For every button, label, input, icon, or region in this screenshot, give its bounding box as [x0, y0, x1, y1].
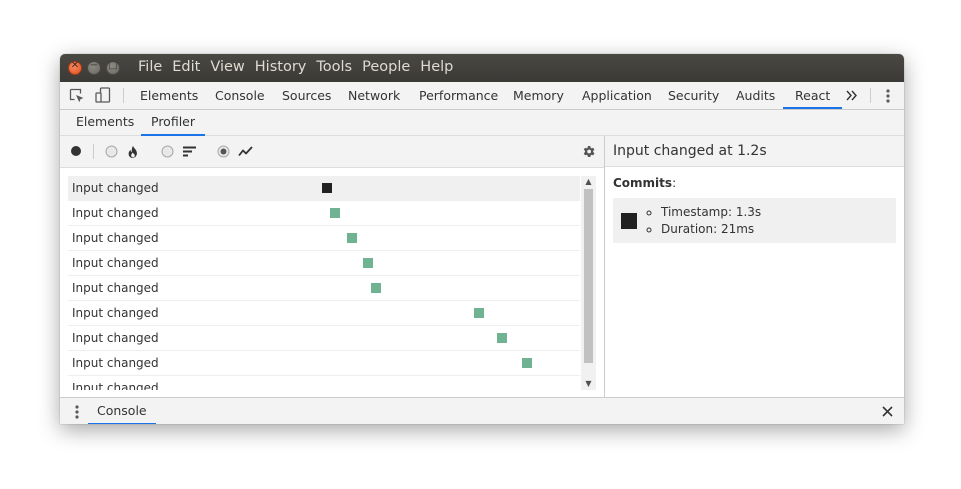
- commit-marker[interactable]: [497, 333, 508, 343]
- subtab-profiler[interactable]: Profiler: [140, 110, 206, 136]
- panel-divider[interactable]: [604, 136, 605, 397]
- react-subtabs: Elements Profiler: [60, 110, 904, 136]
- close-icon: ✕: [70, 60, 80, 71]
- interaction-row[interactable]: Input changed: [68, 276, 580, 301]
- interaction-label: Input changed: [72, 356, 159, 370]
- scrollbar-thumb[interactable]: [584, 189, 593, 363]
- interaction-row[interactable]: Input changed: [68, 201, 580, 226]
- window-titlebar: ✕ − □ File Edit View History Tools Peopl…: [60, 54, 904, 82]
- tab-audits[interactable]: Audits: [736, 82, 775, 109]
- scroll-down-arrow-icon[interactable]: ▼: [584, 379, 593, 388]
- ranked-chart-radio-icon[interactable]: [161, 145, 174, 158]
- commit-swatch: [621, 213, 637, 229]
- tab-application[interactable]: Application: [582, 82, 652, 109]
- devtools-tabbar: Elements Console Sources Network Perform…: [60, 82, 904, 110]
- interaction-label: Input changed: [72, 256, 159, 270]
- menu-file[interactable]: File: [138, 59, 162, 75]
- settings-gear-icon[interactable]: [581, 144, 596, 159]
- tab-memory[interactable]: Memory: [513, 82, 564, 109]
- menubar: File Edit View History Tools People Help: [138, 59, 463, 75]
- menu-edit[interactable]: Edit: [172, 59, 200, 75]
- interaction-row[interactable]: Input changed: [68, 251, 580, 276]
- interaction-row[interactable]: Input changed: [68, 326, 580, 351]
- tab-react[interactable]: React: [782, 82, 843, 109]
- record-icon[interactable]: [70, 145, 82, 157]
- drawer-tab-console[interactable]: Console: [88, 398, 156, 424]
- commit-marker[interactable]: [474, 308, 485, 318]
- interactions-radio-icon[interactable]: [217, 145, 230, 158]
- interaction-label: Input changed: [72, 206, 159, 220]
- interaction-row[interactable]: Input changed: [68, 176, 580, 201]
- interaction-label: Input changed: [72, 231, 159, 245]
- interaction-row[interactable]: Input changed: [68, 376, 580, 390]
- commit-marker[interactable]: [322, 183, 332, 193]
- profiler-toolbar: [60, 136, 604, 168]
- inspect-element-icon[interactable]: [69, 88, 85, 104]
- tab-security[interactable]: Security: [668, 82, 719, 109]
- scroll-up-arrow-icon[interactable]: ▲: [584, 177, 593, 186]
- minimize-icon: −: [89, 60, 99, 71]
- ranked-chart-icon[interactable]: [183, 146, 196, 157]
- interactions-chart-icon[interactable]: [238, 146, 253, 157]
- commit-marker[interactable]: [521, 358, 532, 368]
- interaction-label: Input changed: [72, 381, 159, 390]
- device-toolbar-icon[interactable]: [95, 87, 111, 104]
- menu-help[interactable]: Help: [420, 59, 453, 75]
- commit-marker[interactable]: [330, 208, 341, 218]
- commits-colon: :: [672, 176, 677, 190]
- interaction-label: Input changed: [72, 331, 159, 345]
- toolbar-separator: [123, 88, 124, 103]
- interactions-scrollbar[interactable]: ▲ ▼: [581, 176, 596, 390]
- commit-marker[interactable]: [371, 283, 382, 293]
- close-drawer-icon[interactable]: [882, 406, 893, 417]
- commits-heading: Commits:: [613, 176, 676, 190]
- window-close-button[interactable]: ✕: [68, 60, 82, 75]
- toolbar-separator: [870, 88, 871, 103]
- interaction-row[interactable]: Input changed: [68, 351, 580, 376]
- window-minimize-button[interactable]: −: [87, 60, 101, 75]
- interaction-label: Input changed: [72, 281, 159, 295]
- interactions-list: Input changed Input changed Input changed I…: [68, 176, 580, 390]
- tab-sources[interactable]: Sources: [282, 82, 331, 109]
- window-maximize-button[interactable]: □: [106, 60, 120, 75]
- menu-history[interactable]: History: [255, 59, 307, 75]
- commit-marker[interactable]: [363, 258, 374, 268]
- tab-console[interactable]: Console: [215, 82, 265, 109]
- flame-chart-icon[interactable]: [127, 145, 139, 159]
- flame-chart-radio-icon[interactable]: [105, 145, 118, 158]
- commit-duration: Duration: 21ms: [661, 221, 761, 238]
- drawer-menu-icon[interactable]: [74, 404, 80, 420]
- menu-tools[interactable]: Tools: [316, 59, 352, 75]
- more-tabs-chevron-icon[interactable]: [846, 90, 858, 101]
- console-drawer: Console: [60, 397, 904, 424]
- commits-label: Commits: [613, 176, 673, 190]
- commit-details: Timestamp: 1.3s Duration: 21ms: [641, 204, 761, 238]
- menu-view[interactable]: View: [210, 59, 244, 75]
- commit-item[interactable]: Timestamp: 1.3s Duration: 21ms: [613, 198, 896, 243]
- tab-performance[interactable]: Performance: [419, 82, 498, 109]
- subtab-elements[interactable]: Elements: [76, 110, 134, 135]
- interaction-label: Input changed: [72, 181, 159, 195]
- devtools-window: ✕ − □ File Edit View History Tools Peopl…: [60, 54, 904, 424]
- menu-people[interactable]: People: [362, 59, 410, 75]
- maximize-icon: □: [108, 60, 118, 71]
- toolbar-separator: [93, 144, 94, 159]
- commit-marker[interactable]: [346, 233, 357, 243]
- tab-elements[interactable]: Elements: [140, 82, 198, 109]
- tab-network[interactable]: Network: [348, 82, 400, 109]
- kebab-menu-icon[interactable]: [885, 88, 891, 104]
- commit-timestamp: Timestamp: 1.3s: [661, 204, 761, 221]
- interaction-row[interactable]: Input changed: [68, 301, 580, 326]
- interaction-label: Input changed: [72, 306, 159, 320]
- interaction-row[interactable]: Input changed: [68, 226, 580, 251]
- sidebar-title: Input changed at 1.2s: [605, 136, 904, 167]
